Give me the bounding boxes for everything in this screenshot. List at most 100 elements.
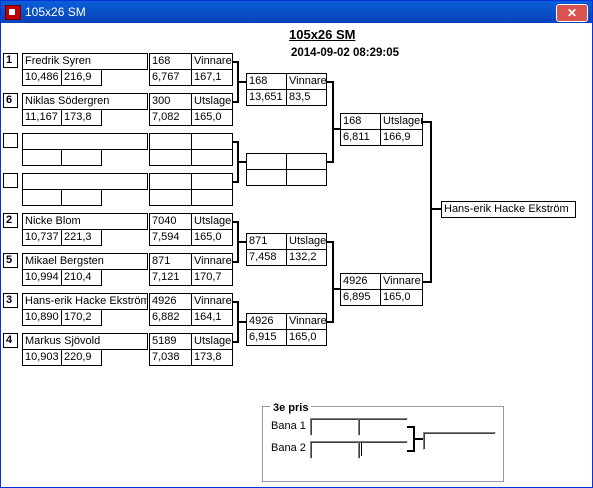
speed-field[interactable]	[61, 189, 102, 206]
bana2-label: Bana 2	[271, 442, 306, 454]
mph-field[interactable]: 164,1	[191, 309, 233, 326]
mph-field[interactable]: 165,0	[380, 289, 423, 306]
result-field[interactable]: Utslagen	[380, 113, 423, 130]
title-bar[interactable]: 105x26 SM ✕	[1, 1, 592, 23]
seed-number: 6	[3, 93, 18, 108]
lane-field[interactable]: 300	[149, 93, 192, 110]
et-field[interactable]: 6,915	[246, 329, 287, 346]
et-field[interactable]: 6,767	[149, 69, 192, 86]
bana1-time-input[interactable]	[358, 418, 408, 436]
et-field[interactable]: 7,121	[149, 269, 192, 286]
mph-field[interactable]: 165,0	[191, 229, 233, 246]
driver-name-field[interactable]: Nicke Blom	[22, 213, 148, 230]
speed-field[interactable]: 221,3	[61, 229, 102, 246]
winner-field[interactable]: Hans-erik Hacke Ekström	[441, 201, 576, 218]
driver-name-field[interactable]	[22, 173, 148, 190]
lane-field[interactable]	[246, 153, 287, 170]
lane-field[interactable]: 871	[246, 233, 287, 250]
et-field[interactable]: 7,082	[149, 109, 192, 126]
result-field[interactable]	[286, 153, 327, 170]
result-field[interactable]: Vinnare	[380, 273, 423, 290]
et-field[interactable]	[149, 189, 192, 206]
result-field[interactable]: Vinnare	[191, 253, 233, 270]
lane-field[interactable]: 871	[149, 253, 192, 270]
speed-field[interactable]: 170,2	[61, 309, 102, 326]
driver-name-field[interactable]: Niklas Södergren	[22, 93, 148, 110]
bana2-time-input[interactable]	[358, 441, 408, 459]
bana1-lane-input[interactable]	[310, 418, 360, 436]
result-field[interactable]: Vinnare	[286, 313, 327, 330]
lane-field[interactable]: 168	[149, 53, 192, 70]
third-place-result-input[interactable]	[423, 432, 496, 450]
mph-field[interactable]	[191, 149, 233, 166]
result-field[interactable]	[191, 173, 233, 190]
mph-field[interactable]	[191, 189, 233, 206]
mph-field[interactable]: 170,7	[191, 269, 233, 286]
app-icon	[5, 5, 21, 20]
result-field[interactable]: Vinnare	[191, 293, 233, 310]
result-field[interactable]: Utslagen	[286, 233, 327, 250]
driver-name-field[interactable]: Fredrik Syren	[22, 53, 148, 70]
close-button[interactable]: ✕	[556, 4, 588, 22]
lane-field[interactable]: 7040	[149, 213, 192, 230]
mph-field[interactable]: 167,1	[191, 69, 233, 86]
lane-field[interactable]: 4926	[246, 313, 287, 330]
result-field[interactable]: Utslagen	[191, 93, 233, 110]
result-field[interactable]	[191, 133, 233, 150]
speed-field[interactable]: 173,8	[61, 109, 102, 126]
driver-name-field[interactable]	[22, 133, 148, 150]
lane-field[interactable]: 168	[340, 113, 381, 130]
mph-field[interactable]	[286, 169, 327, 186]
result-field[interactable]: Vinnare	[191, 53, 233, 70]
reaction-time-field[interactable]	[22, 149, 62, 166]
reaction-time-field[interactable]: 10,994	[22, 269, 62, 286]
et-field[interactable]: 7,038	[149, 349, 192, 366]
driver-name-field[interactable]: Markus Sjövold	[22, 333, 148, 350]
lane-field[interactable]: 4926	[340, 273, 381, 290]
lane-field[interactable]	[149, 133, 192, 150]
et-field[interactable]	[149, 149, 192, 166]
bracket-line	[237, 321, 246, 323]
reaction-time-field[interactable]: 10,890	[22, 309, 62, 326]
seed-number: 2	[3, 213, 18, 228]
result-field[interactable]: Utslagen	[191, 333, 233, 350]
reaction-time-field[interactable]: 11,167	[22, 109, 62, 126]
lane-field[interactable]: 5189	[149, 333, 192, 350]
result-field[interactable]: Utslagen	[191, 213, 233, 230]
et-field[interactable]: 6,811	[340, 129, 381, 146]
third-place-label: 3e pris	[270, 402, 312, 414]
et-field[interactable]: 6,882	[149, 309, 192, 326]
et-field[interactable]: 6,895	[340, 289, 381, 306]
driver-name-field[interactable]: Mikael Bergsten	[22, 253, 148, 270]
mph-field[interactable]: 165,0	[191, 109, 233, 126]
lane-field[interactable]	[149, 173, 192, 190]
et-field[interactable]	[246, 169, 287, 186]
reaction-time-field[interactable]: 10,903	[22, 349, 62, 366]
result-field[interactable]: Vinnare	[286, 73, 327, 90]
et-field[interactable]: 13,651	[246, 89, 287, 106]
lane-field[interactable]: 168	[246, 73, 287, 90]
et-field[interactable]: 7,458	[246, 249, 287, 266]
reaction-time-field[interactable]	[22, 189, 62, 206]
speed-field[interactable]	[61, 149, 102, 166]
window-title: 105x26 SM	[25, 5, 86, 19]
bana1-label: Bana 1	[271, 420, 306, 432]
speed-field[interactable]: 216,9	[61, 69, 102, 86]
bana2-lane-input[interactable]	[310, 441, 360, 459]
driver-name-field[interactable]: Hans-erik Hacke Ekström	[22, 293, 148, 310]
mph-field[interactable]: 173,8	[191, 349, 233, 366]
mph-field[interactable]: 166,9	[380, 129, 423, 146]
reaction-time-field[interactable]: 10,737	[22, 229, 62, 246]
mph-field[interactable]: 165,0	[286, 329, 327, 346]
reaction-time-field[interactable]: 10,486	[22, 69, 62, 86]
seed-number: 5	[3, 253, 18, 268]
speed-field[interactable]: 210,4	[61, 269, 102, 286]
mph-field[interactable]: 132,2	[286, 249, 327, 266]
seed-number: 4	[3, 333, 18, 348]
speed-field[interactable]: 220,9	[61, 349, 102, 366]
lane-field[interactable]: 4926	[149, 293, 192, 310]
et-field[interactable]: 7,594	[149, 229, 192, 246]
mph-field[interactable]: 83,5	[286, 89, 327, 106]
seed-number	[3, 173, 18, 188]
bracket-line	[237, 241, 246, 243]
